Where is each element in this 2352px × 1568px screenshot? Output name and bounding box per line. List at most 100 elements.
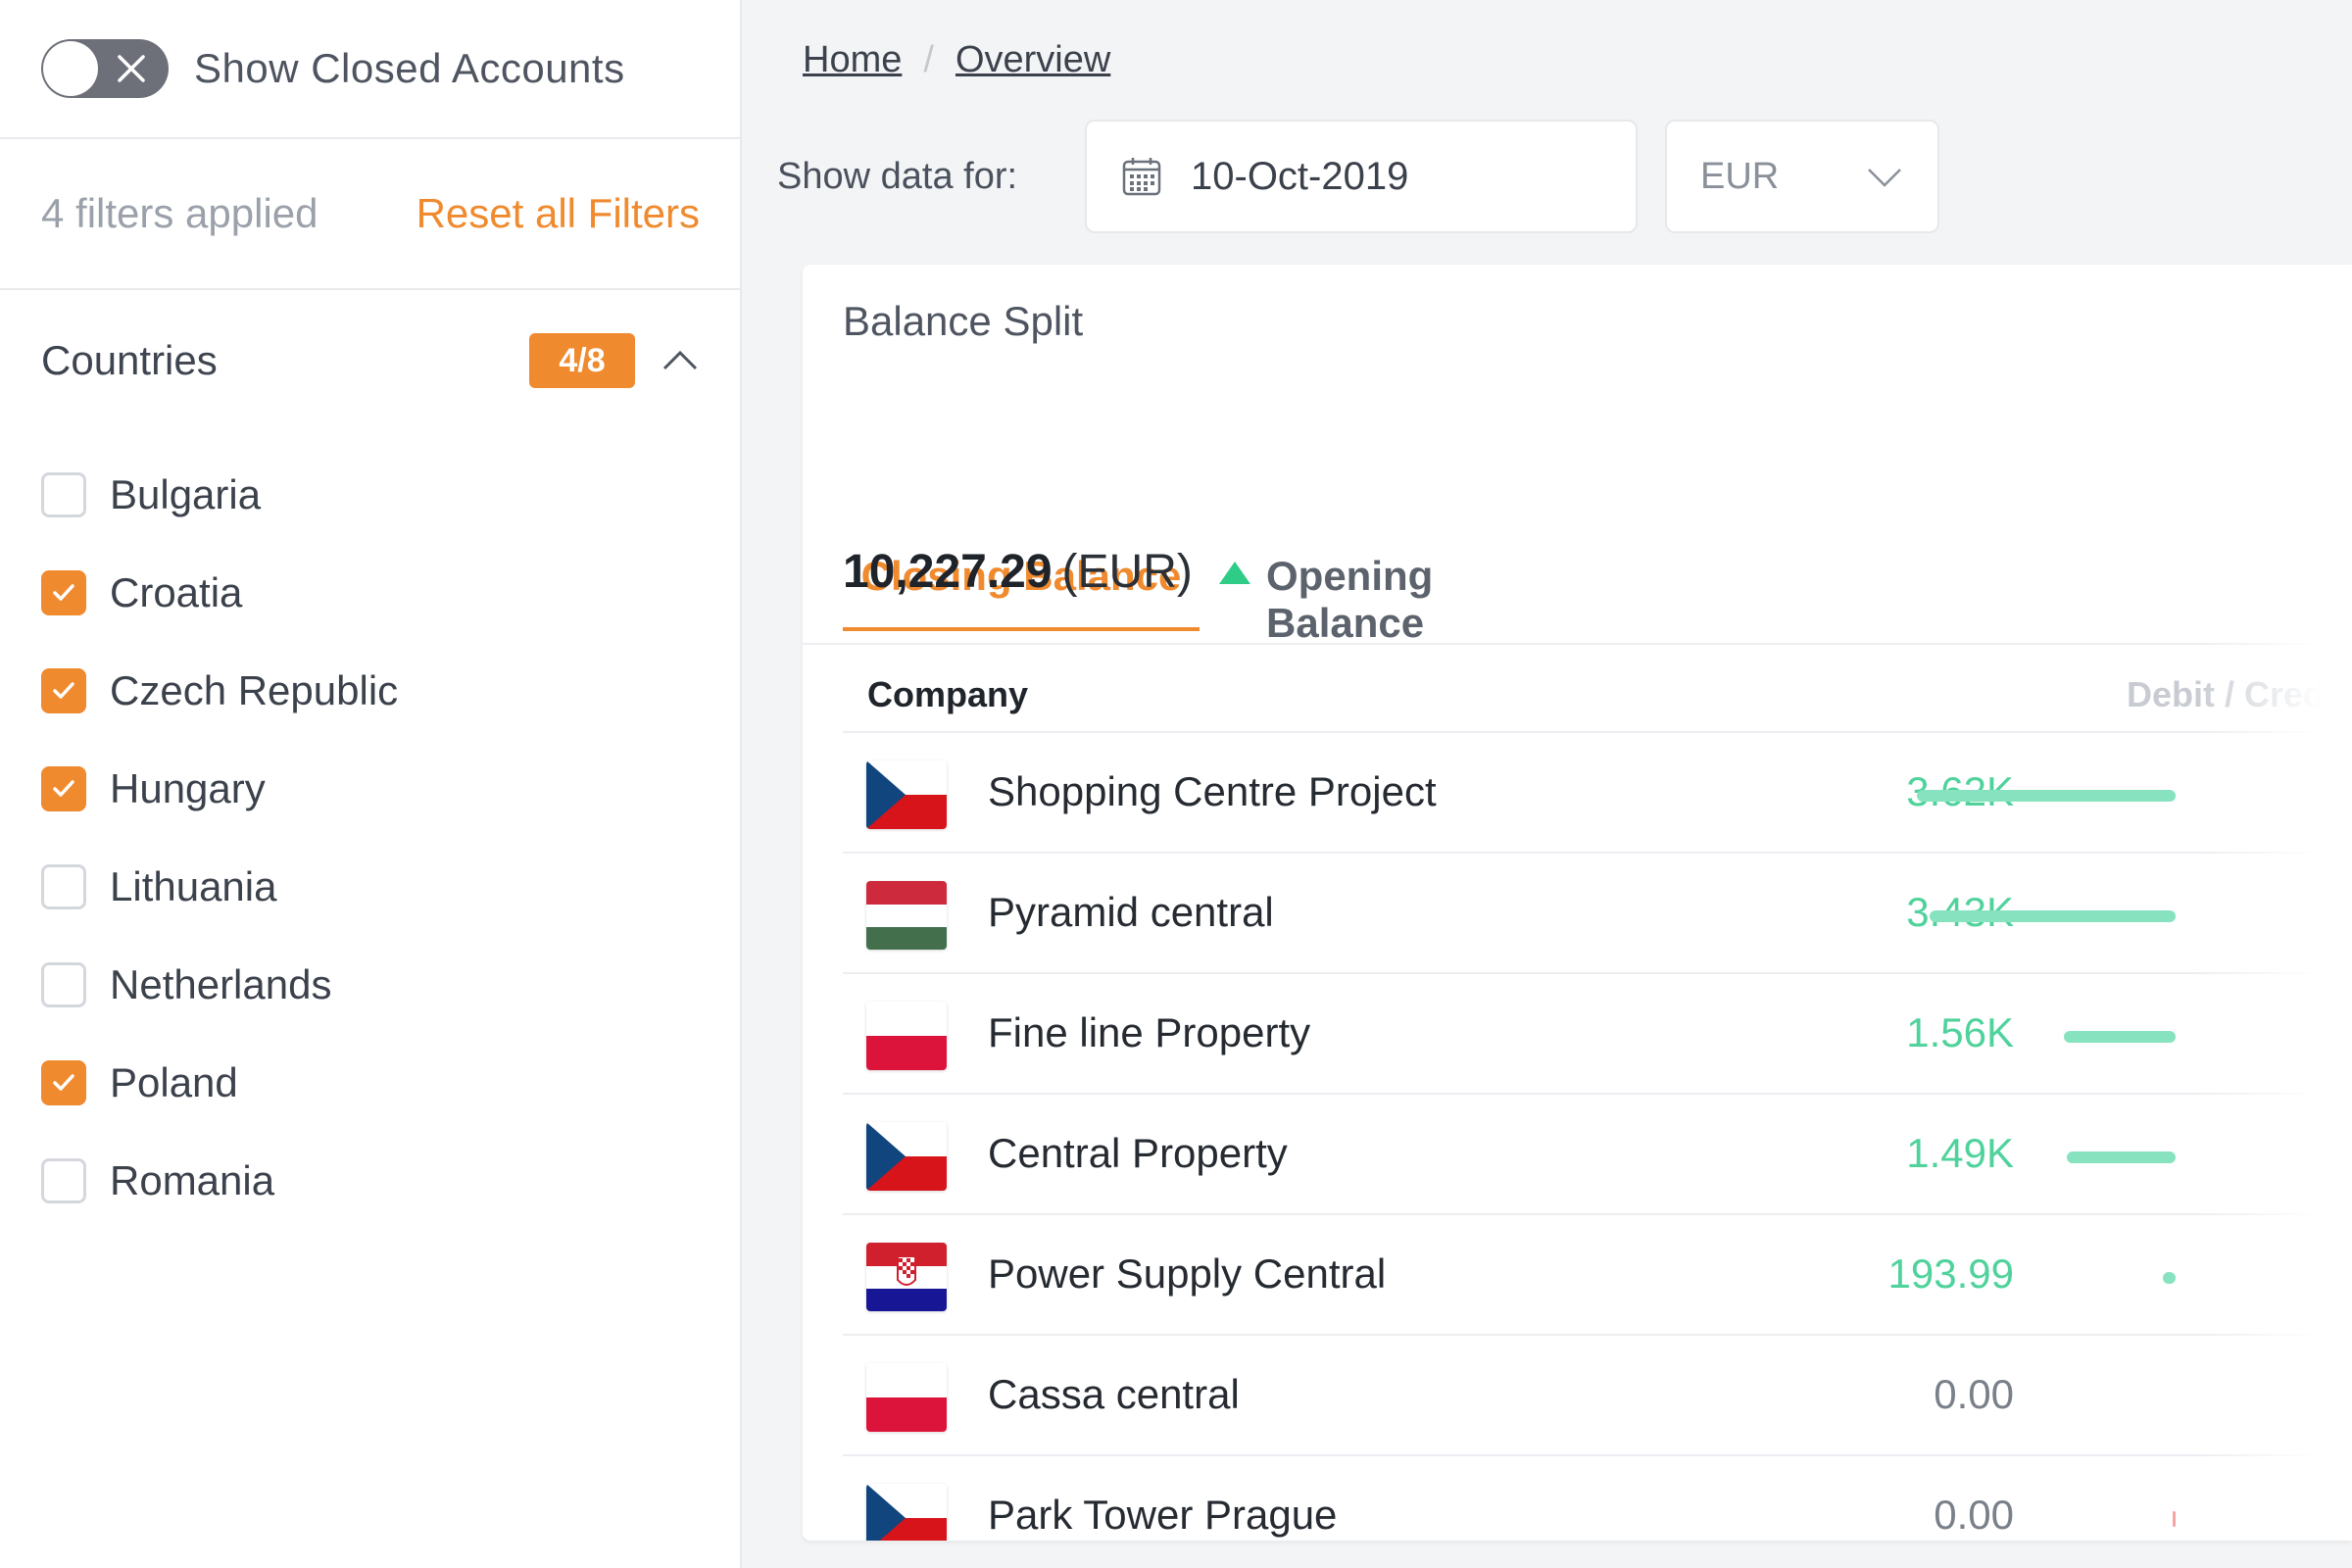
country-item-netherlands[interactable]: Netherlands	[41, 936, 398, 1034]
countries-title: Countries	[41, 337, 218, 383]
country-checkbox[interactable]	[41, 962, 86, 1007]
bar-fill	[2067, 1152, 2176, 1163]
table-row[interactable]: Fine line Property 1.56K	[843, 972, 2352, 1093]
country-checkbox[interactable]	[41, 1158, 86, 1203]
country-item-czech-republic[interactable]: Czech Republic	[41, 642, 398, 740]
check-icon	[53, 584, 74, 601]
calendar-icon	[1122, 158, 1161, 196]
company-name: Central Property	[988, 1130, 1288, 1176]
show-closed-accounts-label: Show Closed Accounts	[194, 45, 625, 91]
currency-select[interactable]: EUR	[1665, 120, 1939, 233]
country-checkbox[interactable]	[41, 766, 86, 811]
debit-credit-bar	[1917, 1152, 2176, 1163]
country-label: Poland	[110, 1059, 238, 1105]
debit-credit-bar	[1917, 910, 2176, 922]
close-icon	[118, 55, 145, 82]
bar-fill	[2173, 1511, 2176, 1527]
company-name: Park Tower Prague	[988, 1492, 1338, 1538]
country-checkbox[interactable]	[41, 570, 86, 615]
hungary-flag-icon	[866, 881, 947, 950]
chevron-down-icon	[1868, 169, 1901, 187]
country-checkbox[interactable]	[41, 864, 86, 909]
check-icon	[53, 682, 74, 699]
poland-flag-icon	[866, 1363, 947, 1432]
country-label: Hungary	[110, 765, 266, 811]
country-item-hungary[interactable]: Hungary	[41, 740, 398, 838]
table-row[interactable]: Pyramid central3.43K	[843, 852, 2352, 972]
main-content: Home / Overview Show data for: 10-Oct-20…	[742, 0, 2352, 1568]
show-closed-accounts-toggle[interactable]	[41, 39, 169, 98]
column-debit-credit[interactable]: Debit / Credit	[2127, 674, 2352, 715]
country-item-bulgaria[interactable]: Bulgaria	[41, 446, 398, 544]
country-item-poland[interactable]: Poland	[41, 1034, 398, 1132]
table-header: Company Debit / Credit	[803, 643, 2352, 714]
countries-list: Bulgaria Croatia Czech Republic Hungary Lith…	[41, 446, 398, 1230]
divider	[0, 288, 742, 290]
breadcrumb: Home / Overview	[803, 39, 1110, 81]
czech-flag-icon	[866, 1122, 947, 1191]
date-value: 10-Oct-2019	[1191, 154, 1409, 198]
country-item-romania[interactable]: Romania	[41, 1132, 398, 1230]
country-checkbox[interactable]	[41, 472, 86, 517]
countries-count-badge: 4/8	[529, 333, 635, 388]
company-name: Power Supply Central	[988, 1250, 1387, 1297]
country-checkbox[interactable]	[41, 1060, 86, 1105]
company-name: Cassa central	[988, 1371, 1240, 1417]
debit-credit-bar	[1917, 1511, 2176, 1527]
country-label: Romania	[110, 1157, 275, 1203]
country-label: Bulgaria	[110, 471, 262, 517]
bar-fill	[2064, 1031, 2176, 1043]
countries-filter-header[interactable]: Countries 4/8	[41, 331, 700, 390]
debit-credit-bar	[1917, 1031, 2176, 1043]
table-row[interactable]: Park Tower Prague 0.00	[843, 1454, 2352, 1541]
bar-fill	[2163, 1272, 2176, 1284]
balance-unit: (EUR)	[1061, 546, 1193, 598]
table-row[interactable]: Central Property 1.49K	[843, 1093, 2352, 1213]
balance-amount: 10,227.29	[843, 546, 1053, 598]
country-label: Croatia	[110, 569, 243, 615]
show-data-label: Show data for:	[777, 155, 1018, 197]
balance-split-card: Balance Split Closing Balance Opening Ba…	[803, 265, 2352, 1541]
country-item-croatia[interactable]: Croatia	[41, 544, 398, 642]
show-closed-accounts-row: Show Closed Accounts	[41, 39, 625, 98]
poland-flag-icon	[866, 1002, 947, 1070]
breadcrumb-home[interactable]: Home	[803, 39, 902, 81]
date-picker[interactable]: 10-Oct-2019	[1085, 120, 1638, 233]
bar-fill	[1917, 790, 2176, 802]
country-label: Netherlands	[110, 961, 332, 1007]
company-name: Fine line Property	[988, 1009, 1311, 1055]
breadcrumb-overview[interactable]: Overview	[956, 39, 1110, 81]
czech-flag-icon	[866, 1484, 947, 1541]
company-name: Shopping Centre Project	[988, 768, 1437, 814]
column-company[interactable]: Company	[867, 674, 1028, 715]
divider	[0, 137, 742, 139]
card-title: Balance Split	[843, 298, 1084, 344]
tab-opening-balance[interactable]: Opening Balance	[1266, 553, 1433, 646]
debit-credit-bar	[1917, 1393, 2176, 1404]
filters-applied-count: 4 filters applied	[41, 190, 318, 236]
toggle-knob	[43, 41, 98, 96]
filters-summary: 4 filters applied Reset all Filters	[41, 184, 700, 243]
check-icon	[53, 780, 74, 797]
total-balance: 10,227.29 (EUR)	[843, 545, 1253, 599]
czech-flag-icon	[866, 760, 947, 829]
bar-fill	[1930, 910, 2176, 922]
table-row[interactable]: Cassa central 0.00	[843, 1334, 2352, 1454]
trend-up-icon	[1218, 561, 1250, 584]
croatia-flag-icon	[866, 1243, 947, 1311]
country-checkbox[interactable]	[41, 668, 86, 713]
country-label: Czech Republic	[110, 667, 399, 713]
filter-sidebar: Show Closed Accounts 4 filters applied R…	[0, 0, 742, 1568]
reset-filters-link[interactable]: Reset all Filters	[416, 190, 700, 237]
table-row[interactable]: Shopping Centre Project3.62K	[843, 731, 2352, 852]
debit-credit-bar	[1917, 1272, 2176, 1284]
date-filter-row: Show data for: 10-Oct-2019 EUR	[777, 120, 1939, 233]
company-table-body: Shopping Centre Project3.62KPyramid cent…	[843, 731, 2352, 1541]
chevron-up-icon[interactable]	[661, 341, 700, 380]
country-label: Lithuania	[110, 863, 277, 909]
breadcrumb-separator: /	[923, 39, 934, 80]
company-name: Pyramid central	[988, 889, 1274, 935]
table-row[interactable]: Power Supply Central 193.99	[843, 1213, 2352, 1334]
country-item-lithuania[interactable]: Lithuania	[41, 838, 398, 936]
debit-credit-bar	[1917, 790, 2176, 802]
